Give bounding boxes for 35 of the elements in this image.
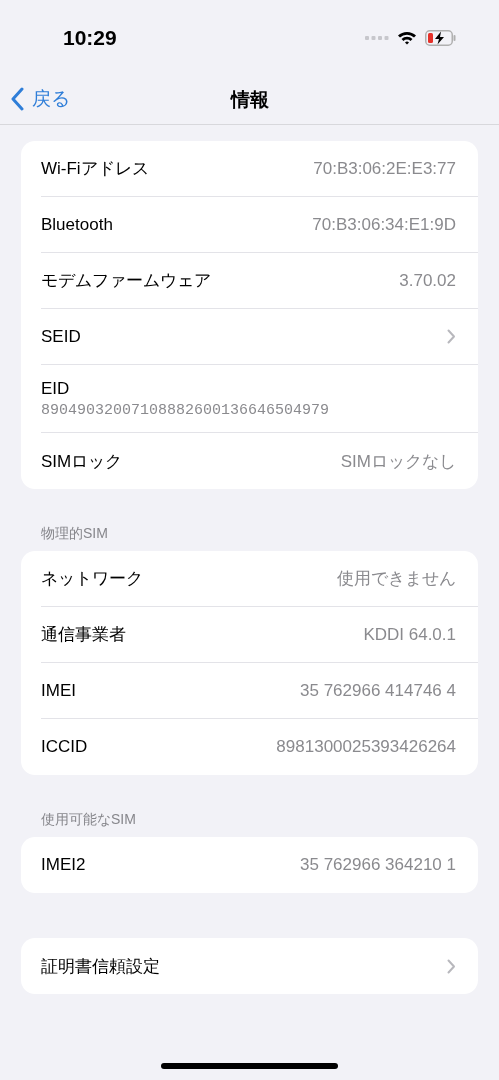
back-button[interactable]: 戻る — [10, 84, 70, 114]
row-label: モデムファームウェア — [41, 270, 211, 292]
page-title: 情報 — [230, 87, 269, 112]
row-value: 70:B3:06:34:E1:9D — [312, 214, 456, 235]
row-value: 89049032007108882600136646504979 — [41, 401, 330, 419]
row-label: SEID — [41, 326, 81, 347]
chevron-right-icon — [447, 958, 456, 974]
status-time: 10:29 — [63, 25, 117, 50]
row-value: 70:B3:06:2E:E3:77 — [313, 158, 456, 179]
row-value: 35 762966 414746 4 — [300, 680, 456, 701]
row-value: 8981300025393426264 — [276, 737, 456, 757]
row-value: 35 762966 364210 1 — [300, 855, 456, 875]
disclosure-row[interactable]: SEID — [41, 309, 478, 365]
row-label: SIMロック — [41, 450, 123, 473]
chevron-left-icon — [10, 87, 24, 111]
row-value: 3.70.02 — [399, 270, 456, 291]
signal-icon — [365, 34, 389, 41]
row-label: Bluetooth — [41, 214, 113, 235]
row-label: ICCID — [41, 737, 88, 757]
row-label: ネットワーク — [41, 568, 143, 590]
chevron-right-icon — [447, 329, 456, 344]
wifi-icon — [397, 30, 417, 45]
row-value: SIMロックなし — [340, 450, 456, 473]
row-value: KDDI 64.0.1 — [363, 624, 456, 645]
row-label: 証明書信頼設定 — [41, 955, 160, 978]
section-header: 使用可能なSIM — [40, 811, 137, 829]
row-label: EID — [41, 378, 71, 399]
row-value: 使用できません — [337, 568, 456, 590]
row-label: Wi-Fiアドレス — [41, 158, 149, 180]
battery-charging-icon — [425, 29, 457, 46]
disclosure-row[interactable]: 証明書信頼設定 — [41, 938, 478, 994]
row-label: IMEI — [41, 680, 76, 701]
section-header: 物理的SIM — [40, 525, 109, 543]
row-label: IMEI2 — [41, 855, 86, 875]
row-label: 通信事業者 — [41, 624, 126, 646]
